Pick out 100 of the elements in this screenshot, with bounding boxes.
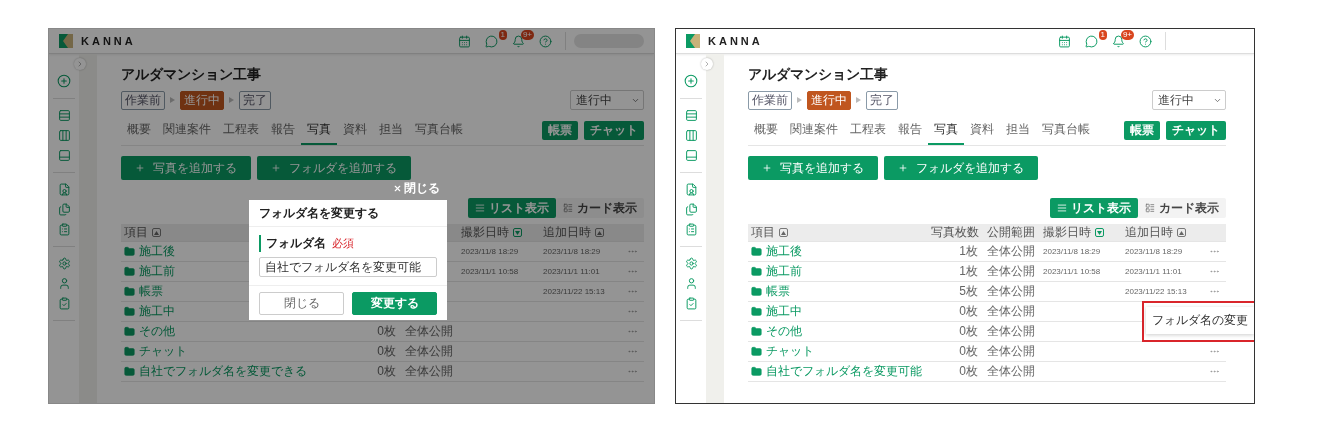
chat-icon[interactable] <box>485 34 498 48</box>
tab[interactable]: 報告 <box>265 116 301 145</box>
bell-icon[interactable] <box>1112 34 1125 48</box>
bell-icon[interactable] <box>512 34 525 48</box>
tab[interactable]: 資料 <box>337 116 373 145</box>
folder-name[interactable]: 帳票 <box>139 283 163 300</box>
status-step: 進行中 <box>807 90 851 110</box>
folder-name[interactable]: 自社でフォルダ名を変更可能 <box>766 363 922 380</box>
expand-button[interactable] <box>701 58 713 70</box>
tab[interactable]: 写真 <box>928 116 964 145</box>
tab[interactable]: 概要 <box>748 116 784 145</box>
header-button[interactable]: 帳票 <box>542 121 578 140</box>
rename-menu-item[interactable]: フォルダ名の変更 <box>1146 307 1254 334</box>
sort-up-icon[interactable] <box>152 228 161 237</box>
folder-name[interactable]: 施工後 <box>766 243 802 260</box>
status-select[interactable]: 進行中 <box>570 90 644 110</box>
plus-circle-icon <box>57 74 71 88</box>
required-label: 必須 <box>332 236 354 251</box>
add-button[interactable]: 写真を追加する <box>121 156 251 180</box>
folder-name[interactable]: 施工後 <box>139 243 175 260</box>
view-toggle[interactable]: カード表示 <box>556 198 644 218</box>
calendar-icon[interactable] <box>1058 34 1071 48</box>
folder-name[interactable]: その他 <box>766 323 802 340</box>
user-icon <box>684 277 698 290</box>
tab[interactable]: 写真台帳 <box>1036 116 1096 145</box>
cancel-button[interactable]: 閉じる <box>259 292 344 315</box>
sort-up-icon[interactable] <box>595 228 604 237</box>
table-cell: 全体公開 <box>987 363 1035 380</box>
status-select[interactable]: 進行中 <box>1152 90 1226 110</box>
tab[interactable]: 写真台帳 <box>409 116 469 145</box>
dialog-title: フォルダ名を変更する <box>259 204 379 222</box>
folder-name[interactable]: 自社でフォルダ名を変更できる <box>139 363 307 380</box>
close-icon <box>393 184 402 193</box>
table-cell: 全体公開 <box>405 323 453 340</box>
table-cell: 0枚 <box>377 323 396 340</box>
view-toggle[interactable]: リスト表示 <box>468 198 556 218</box>
sort-up-icon[interactable] <box>1177 228 1186 237</box>
tab[interactable]: 担当 <box>1000 116 1036 145</box>
folder-icon <box>751 246 762 257</box>
folder-name[interactable]: 施工中 <box>139 303 175 320</box>
badge: 1 <box>498 29 507 40</box>
folder-name[interactable]: チャット <box>139 343 187 360</box>
chat-icon[interactable] <box>1085 34 1098 48</box>
table-cell: 2023/11/22 15:13 <box>1125 287 1187 296</box>
tab[interactable]: 関連案件 <box>784 116 844 145</box>
table-cell: 0枚 <box>959 323 978 340</box>
sort-up-icon[interactable] <box>779 228 788 237</box>
add-button[interactable]: フォルダを追加する <box>884 156 1038 180</box>
add-button[interactable]: フォルダを追加する <box>257 156 411 180</box>
columns-icon <box>684 129 698 142</box>
expand-button[interactable] <box>74 58 86 70</box>
clipboard-icon <box>684 223 698 236</box>
folder-name[interactable]: チャット <box>766 343 814 360</box>
badge: 9+ <box>520 29 534 40</box>
view-toggle[interactable]: カード表示 <box>1138 198 1226 218</box>
column-header: 追加日時 <box>1125 224 1173 241</box>
folder-icon <box>124 346 135 357</box>
folder-name[interactable]: 帳票 <box>766 283 790 300</box>
help-icon[interactable] <box>1139 34 1152 48</box>
document-icon <box>57 183 71 196</box>
header-button[interactable]: チャット <box>1166 121 1226 140</box>
clipboard-check-icon <box>684 297 698 310</box>
field-label: フォルダ名 <box>266 235 326 252</box>
view-toggle[interactable]: リスト表示 <box>1050 198 1138 218</box>
folder-icon <box>124 246 135 257</box>
table-cell: 1枚 <box>959 263 978 280</box>
header-button[interactable]: 帳票 <box>1124 121 1160 140</box>
submit-button[interactable]: 変更する <box>352 292 437 315</box>
folder-name[interactable]: 施工前 <box>766 263 802 280</box>
column-header: 撮影日時 <box>461 224 509 241</box>
close-button[interactable]: 閉じる <box>393 180 440 197</box>
badge: 9+ <box>1120 29 1134 40</box>
add-button[interactable]: 写真を追加する <box>748 156 878 180</box>
tab[interactable]: 工程表 <box>217 116 265 145</box>
project-title: アルダマンション工事 <box>121 66 262 84</box>
tab[interactable]: 関連案件 <box>157 116 217 145</box>
input-field[interactable]: 自社でフォルダ名を変更可能 <box>259 257 437 277</box>
folder-icon <box>124 366 135 377</box>
plus-icon <box>898 163 908 173</box>
folder-name[interactable]: 施工前 <box>139 263 175 280</box>
sort-down-icon[interactable] <box>513 228 522 237</box>
tab[interactable]: 担当 <box>373 116 409 145</box>
folder-name[interactable]: その他 <box>139 323 175 340</box>
table-cell: 5枚 <box>959 283 978 300</box>
sort-down-icon[interactable] <box>1095 228 1104 237</box>
tab[interactable]: 工程表 <box>844 116 892 145</box>
tab[interactable]: 資料 <box>964 116 1000 145</box>
folder-icon <box>751 326 762 337</box>
plus-circle-icon <box>684 74 698 88</box>
tab[interactable]: 概要 <box>121 116 157 145</box>
table-cell: 2023/11/1 10:58 <box>1043 267 1101 276</box>
calendar-icon[interactable] <box>458 34 471 48</box>
tab[interactable]: 報告 <box>892 116 928 145</box>
table-cell: 0枚 <box>959 363 978 380</box>
header-button[interactable]: チャット <box>584 121 644 140</box>
help-icon[interactable] <box>539 34 552 48</box>
clipboard-check-icon <box>57 297 71 310</box>
folder-name[interactable]: 施工中 <box>766 303 802 320</box>
column-header: 撮影日時 <box>1043 224 1091 241</box>
tab[interactable]: 写真 <box>301 116 337 145</box>
